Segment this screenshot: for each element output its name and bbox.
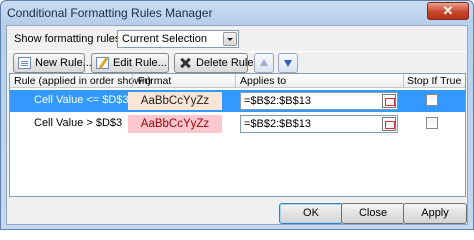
move-up-button[interactable] [254, 53, 274, 73]
close-button[interactable]: Close [341, 203, 405, 224]
format-preview: AaBbCcYyZz [128, 115, 222, 133]
range-picker-icon[interactable] [382, 94, 396, 108]
stop-if-true-checkbox[interactable] [426, 94, 438, 106]
delete-rule-label: Delete Rule [196, 57, 254, 69]
dialog-body: Show formatting rules for: Current Selec… [6, 25, 468, 225]
format-preview: AaBbCcYyZz [128, 92, 222, 110]
edit-rule-button[interactable]: Edit Rule... [91, 53, 169, 73]
header-rule[interactable]: Rule (applied in order shown) [14, 75, 151, 87]
window-close-button[interactable]: ✕ [427, 2, 469, 20]
delete-rule-button[interactable]: Delete Rule [174, 53, 253, 73]
edit-rule-icon [96, 57, 109, 69]
header-applies-to[interactable]: Applies to [240, 75, 286, 87]
stop-if-true-checkbox[interactable] [426, 117, 438, 129]
header-stop-if-true[interactable]: Stop If True [407, 75, 461, 87]
header-divider [235, 74, 236, 88]
dialog-title: Conditional Formatting Rules Manager [7, 6, 213, 20]
header-divider [403, 74, 404, 88]
new-rule-icon [18, 57, 31, 69]
applies-to-value: =$B$2:$B$13 [244, 118, 311, 130]
divider [7, 51, 467, 52]
chevron-down-icon[interactable] [223, 32, 237, 46]
table-header: Rule (applied in order shown) Format App… [10, 74, 465, 88]
move-down-button[interactable] [278, 53, 298, 73]
rules-table: Rule (applied in order shown) Format App… [9, 73, 466, 197]
header-divider [132, 74, 133, 88]
rules-manager-dialog: Conditional Formatting Rules Manager ✕ S… [0, 0, 474, 230]
range-picker-icon[interactable] [382, 117, 396, 131]
edit-rule-label: Edit Rule... [113, 57, 167, 69]
applies-to-value: =$B$2:$B$13 [244, 95, 311, 107]
show-rules-value: Current Selection [122, 33, 207, 45]
table-row[interactable]: Cell Value > $D$3 AaBbCcYyZz =$B$2:$B$13 [10, 113, 465, 135]
applies-to-input[interactable]: =$B$2:$B$13 [240, 115, 398, 133]
applies-to-input[interactable]: =$B$2:$B$13 [240, 92, 398, 110]
table-row[interactable]: Cell Value <= $D$3 AaBbCcYyZz =$B$2:$B$1… [10, 90, 465, 112]
new-rule-button[interactable]: New Rule... [13, 53, 92, 73]
new-rule-label: New Rule... [35, 57, 92, 69]
rule-description: Cell Value > $D$3 [34, 117, 123, 129]
title-bar: Conditional Formatting Rules Manager ✕ [1, 1, 473, 25]
show-rules-select[interactable]: Current Selection [117, 30, 239, 48]
delete-icon [179, 57, 192, 69]
rule-description: Cell Value <= $D$3 [34, 94, 129, 106]
ok-button[interactable]: OK [279, 203, 343, 224]
header-format[interactable]: Format [138, 75, 171, 87]
apply-button[interactable]: Apply [403, 203, 467, 224]
